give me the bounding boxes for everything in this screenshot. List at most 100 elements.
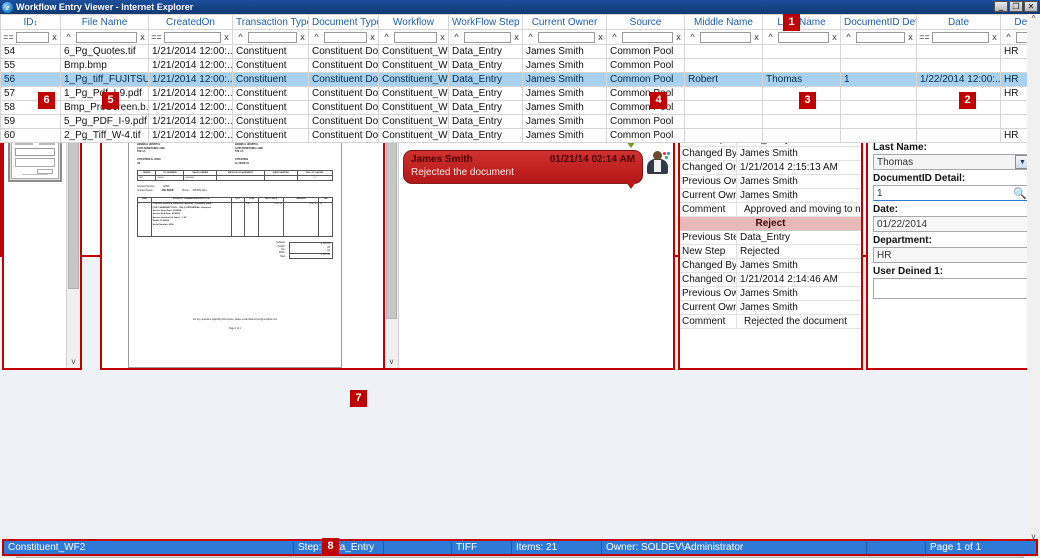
filter-operator[interactable]: ^: [687, 32, 698, 42]
cell-department: HR: [1001, 73, 1028, 87]
filter-input[interactable]: [700, 32, 751, 43]
filter-cell-transaction-type: ^x: [233, 30, 309, 45]
close-button[interactable]: ✕: [1024, 1, 1038, 12]
status-format: TIFF: [452, 541, 512, 554]
column-header-transaction-type[interactable]: Transaction Type: [233, 15, 309, 30]
status-workflow: Constituent_WF2: [4, 541, 294, 554]
filter-input[interactable]: [538, 32, 595, 43]
column-header-createdon[interactable]: CreatedOn: [149, 15, 233, 30]
filter-operator[interactable]: ^: [525, 32, 536, 42]
column-header-source[interactable]: Source: [607, 15, 685, 30]
column-header-id[interactable]: ID↕: [1, 15, 61, 30]
filter-clear-icon[interactable]: x: [139, 32, 146, 42]
filter-cell-id: == x: [1, 30, 61, 45]
table-row[interactable]: 59 5_Pg_PDF_I-9.pdf 1/21/2014 12:00:... …: [1, 115, 1028, 129]
column-header-documentid-detail[interactable]: DocumentID Detail: [841, 15, 917, 30]
cell-department: [1001, 59, 1028, 73]
filter-cell-last-name: ^x: [763, 30, 841, 45]
cell-transaction-type: Constituent: [233, 45, 309, 59]
filter-clear-icon[interactable]: x: [831, 32, 838, 42]
filter-operator[interactable]: ^: [1003, 32, 1014, 42]
filter-clear-icon[interactable]: x: [299, 32, 306, 42]
status-bar: Constituent_WF2 Step: Data_Entry TIFF It…: [2, 539, 1038, 556]
grid-vertical-scrollbar[interactable]: ^ v: [1027, 14, 1040, 544]
filter-input[interactable]: [16, 32, 49, 43]
cell-department: HR: [1001, 45, 1028, 59]
filter-clear-icon[interactable]: x: [513, 32, 520, 42]
filter-clear-icon[interactable]: x: [991, 32, 998, 42]
filter-cell-documentid-detail: ^x: [841, 30, 917, 45]
cell-middle-name: [685, 59, 763, 73]
cell-workflow-step: Data_Entry: [449, 87, 523, 101]
cell-documentid-detail: 1: [841, 73, 917, 87]
column-header-current-owner[interactable]: Current Owner: [523, 15, 607, 30]
filter-input[interactable]: [622, 32, 673, 43]
column-header-workflow[interactable]: Workflow: [379, 15, 449, 30]
filter-clear-icon[interactable]: x: [907, 32, 914, 42]
scroll-up-icon[interactable]: ^: [1027, 14, 1040, 26]
column-header-department[interactable]: Department: [1001, 15, 1028, 30]
restore-button[interactable]: ❐: [1009, 1, 1023, 12]
cell-current-owner: James Smith: [523, 115, 607, 129]
filter-input[interactable]: [248, 32, 297, 43]
cell-workflow: Constituent_WF2: [379, 129, 449, 143]
filter-cell-department: ^x: [1001, 30, 1028, 45]
filter-input[interactable]: [1016, 32, 1027, 43]
column-header-document-type[interactable]: Document Type: [309, 15, 379, 30]
table-row[interactable]: 58 Bmp_ProScreen.b... 1/21/2014 12:00:..…: [1, 101, 1028, 115]
column-header-middle-name[interactable]: Middle Name: [685, 15, 763, 30]
cell-workflow: Constituent_WF2: [379, 73, 449, 87]
table-row[interactable]: 56 1_Pg_tiff_FUJITSU... 1/21/2014 12:00:…: [1, 73, 1028, 87]
cell-transaction-type: Constituent: [233, 101, 309, 115]
filter-input[interactable]: [324, 32, 367, 43]
filter-operator[interactable]: ^: [843, 32, 854, 42]
filter-input[interactable]: [856, 32, 905, 43]
filter-operator[interactable]: ==: [919, 32, 930, 42]
filter-clear-icon[interactable]: x: [753, 32, 760, 42]
cell-document-type: Constituent Docu...: [309, 87, 379, 101]
filter-clear-icon[interactable]: x: [597, 32, 604, 42]
filter-input[interactable]: [164, 32, 221, 43]
column-header-last-name[interactable]: Last Name: [763, 15, 841, 30]
cell-id: 59: [1, 115, 61, 129]
filter-operator[interactable]: ==: [3, 32, 14, 42]
filter-input[interactable]: [464, 32, 511, 43]
table-row[interactable]: 60 2_Pg_Tiff_W-4.tif 1/21/2014 12:00:...…: [1, 129, 1028, 143]
filter-input[interactable]: [394, 32, 437, 43]
cell-transaction-type: Constituent: [233, 115, 309, 129]
filter-operator[interactable]: ^: [381, 32, 392, 42]
filter-operator[interactable]: ^: [63, 32, 74, 42]
cell-workflow-step: Data_Entry: [449, 101, 523, 115]
table-row[interactable]: 54 6_Pg_Quotes.tif 1/21/2014 12:00:... C…: [1, 45, 1028, 59]
cell-middle-name: [685, 129, 763, 143]
filter-input[interactable]: [76, 32, 137, 43]
table-row[interactable]: 55 Bmp.bmp 1/21/2014 12:00:... Constitue…: [1, 59, 1028, 73]
minimize-button[interactable]: _: [994, 1, 1008, 12]
column-header-file-name[interactable]: File Name: [61, 15, 149, 30]
filter-clear-icon[interactable]: x: [223, 32, 230, 42]
filter-input[interactable]: [932, 32, 989, 43]
grid-scroll-track[interactable]: [1027, 26, 1040, 532]
table-row[interactable]: 57 1_Pg_Pdf_I-9.pdf 1/21/2014 12:00:... …: [1, 87, 1028, 101]
cell-documentid-detail: [841, 59, 917, 73]
column-header-workflow-step[interactable]: WorkFlow Step: [449, 15, 523, 30]
filter-clear-icon[interactable]: x: [51, 32, 58, 42]
filter-clear-icon[interactable]: x: [439, 32, 446, 42]
filter-clear-icon[interactable]: x: [675, 32, 682, 42]
filter-operator[interactable]: ^: [609, 32, 620, 42]
filter-operator[interactable]: ==: [151, 32, 162, 42]
filter-input[interactable]: [778, 32, 829, 43]
cell-current-owner: James Smith: [523, 101, 607, 115]
cell-current-owner: James Smith: [523, 59, 607, 73]
filter-operator[interactable]: ^: [311, 32, 322, 42]
filter-operator[interactable]: ^: [451, 32, 462, 42]
filter-operator[interactable]: ^: [765, 32, 776, 42]
cell-date: [917, 129, 1001, 143]
filter-operator[interactable]: ^: [235, 32, 246, 42]
filter-cell-createdon: == x: [149, 30, 233, 45]
filter-clear-icon[interactable]: x: [369, 32, 376, 42]
column-header-date[interactable]: Date: [917, 15, 1001, 30]
filter-cell-source: ^x: [607, 30, 685, 45]
sort-icon[interactable]: ↕: [34, 18, 38, 27]
cell-middle-name: [685, 115, 763, 129]
